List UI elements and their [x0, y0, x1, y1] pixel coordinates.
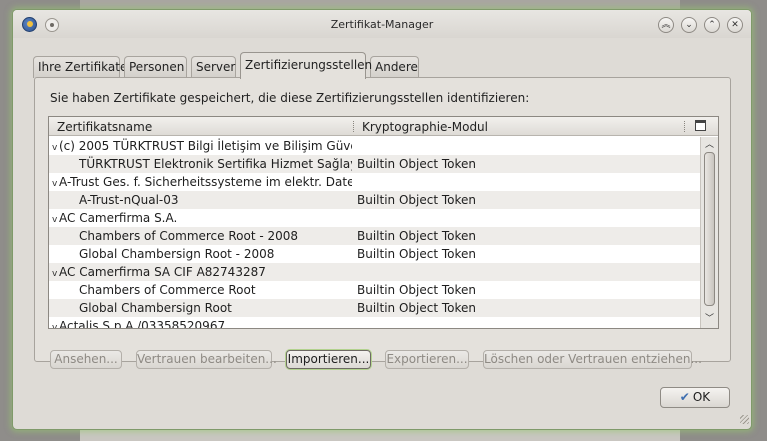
row-name: Actalis S.p.A./03358520967: [59, 319, 226, 329]
row-module: Builtin Object Token: [357, 229, 477, 243]
expander-icon[interactable]: v: [52, 319, 59, 328]
row-name: A-Trust Ges. f. Sicherheitssysteme im el…: [59, 175, 352, 189]
check-icon: ✔: [679, 390, 690, 404]
tree-group-row[interactable]: v (c) 2005 TÜRKTRUST Bilgi İletişim ve Bi…: [49, 137, 700, 155]
edit-trust-button[interactable]: Vertrauen bearbeiten...: [136, 350, 277, 369]
keep-above-icon[interactable]: ︽: [658, 17, 674, 33]
tree-header: Zertifikatsname Kryptographie-Modul: [49, 117, 718, 136]
row-name: Global Chambersign Root - 2008: [79, 247, 275, 261]
column-separator: [353, 121, 354, 132]
row-module: Builtin Object Token: [357, 247, 477, 261]
row-name: AC Camerfirma SA CIF A82743287: [59, 265, 266, 279]
tab-andere[interactable]: Andere: [370, 56, 419, 78]
certificate-tree[interactable]: Zertifikatsname Kryptographie-Modul v (c)…: [48, 116, 719, 329]
maximize-icon[interactable]: ⌃: [704, 17, 720, 33]
title-bar[interactable]: Zertifikat-Manager ︽ ⌄ ⌃ ✕: [13, 10, 751, 38]
row-module: Builtin Object Token: [357, 157, 477, 171]
tree-group-row[interactable]: v AC Camerfirma S.A.: [49, 209, 700, 227]
row-module: Builtin Object Token: [357, 193, 477, 207]
column-separator: [684, 121, 685, 132]
ok-label: OK: [692, 390, 711, 404]
tree-rows: v (c) 2005 TÜRKTRUST Bilgi İletişim ve Bi…: [49, 137, 700, 329]
minimize-icon[interactable]: ⌄: [681, 17, 697, 33]
scroll-up-icon[interactable]: ︿: [704, 140, 715, 150]
certificate-manager-dialog: Zertifikat-Manager ︽ ⌄ ⌃ ✕ Ihre Zertifik…: [12, 9, 752, 430]
tree-row[interactable]: Global Chambersign Root Builtin Object T…: [49, 299, 700, 317]
ok-button[interactable]: ✔ OK: [660, 387, 730, 408]
row-name: AC Camerfirma S.A.: [59, 211, 178, 225]
column-picker-icon[interactable]: [695, 120, 706, 131]
column-header-module[interactable]: Kryptographie-Modul: [362, 120, 488, 134]
tab-server[interactable]: Server: [191, 56, 236, 78]
row-name: Chambers of Commerce Root: [79, 283, 256, 297]
tree-row[interactable]: A-Trust-nQual-03 Builtin Object Token: [49, 191, 700, 209]
close-icon[interactable]: ✕: [727, 17, 743, 33]
view-button[interactable]: Ansehen...: [50, 350, 122, 369]
tab-panel: Sie haben Zertifikate gespeichert, die d…: [34, 77, 731, 369]
row-module: Builtin Object Token: [357, 301, 477, 315]
scrollbar-thumb[interactable]: [704, 152, 715, 306]
row-name: Chambers of Commerce Root - 2008: [79, 229, 299, 243]
delete-or-distrust-button[interactable]: Löschen oder Vertrauen entziehen...: [483, 350, 702, 369]
resize-grip[interactable]: [740, 415, 749, 424]
scroll-down-icon[interactable]: ﹀: [704, 314, 715, 324]
tree-row[interactable]: TÜRKTRUST Elektronik Sertifika Hizmet Sa…: [49, 155, 700, 173]
row-name: A-Trust-nQual-03: [79, 193, 179, 207]
export-button[interactable]: Exportieren...: [385, 350, 469, 369]
tree-group-row[interactable]: v Actalis S.p.A./03358520967: [49, 317, 700, 329]
tree-row[interactable]: Chambers of Commerce Root Builtin Object…: [49, 281, 700, 299]
tab-zertifizierungsstellen[interactable]: Zertifizierungsstellen: [240, 52, 372, 79]
tree-row[interactable]: Chambers of Commerce Root - 2008 Builtin…: [49, 227, 700, 245]
import-button[interactable]: Importieren...: [286, 350, 371, 369]
column-header-name[interactable]: Zertifikatsname: [57, 120, 152, 134]
tree-group-row[interactable]: v A-Trust Ges. f. Sicherheitssysteme im e…: [49, 173, 700, 191]
tree-row[interactable]: Global Chambersign Root - 2008 Builtin O…: [49, 245, 700, 263]
vertical-scrollbar[interactable]: ︿ ﹀: [700, 137, 718, 328]
row-name: Global Chambersign Root: [79, 301, 232, 315]
description-text: Sie haben Zertifikate gespeichert, die d…: [50, 91, 530, 105]
window-title: Zertifikat-Manager: [330, 18, 434, 31]
row-name: (c) 2005 TÜRKTRUST Bilgi İletişim ve Bil…: [59, 139, 352, 153]
tab-ihre-zertifikate[interactable]: Ihre Zertifikate: [33, 56, 127, 78]
tab-personen[interactable]: Personen: [124, 56, 187, 78]
row-module: Builtin Object Token: [357, 283, 477, 297]
tree-group-row[interactable]: v AC Camerfirma SA CIF A82743287: [49, 263, 700, 281]
row-name: TÜRKTRUST Elektronik Sertifika Hizmet Sa…: [79, 157, 352, 171]
